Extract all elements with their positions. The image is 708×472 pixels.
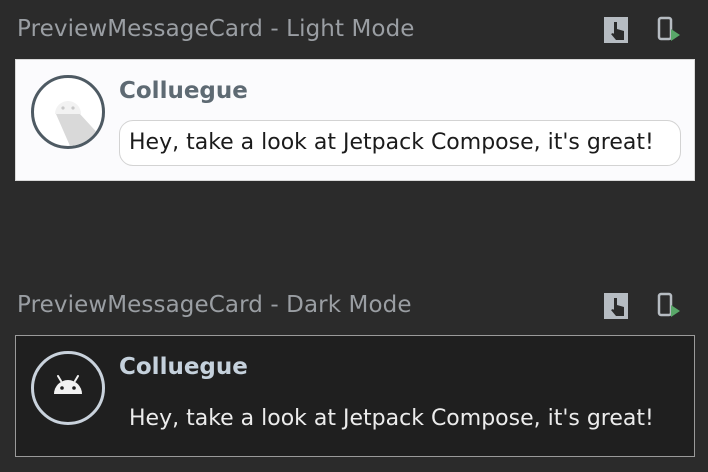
profile-picture-dark <box>31 351 105 425</box>
message-author-dark: Colluegue <box>119 354 248 380</box>
message-card-light: Colluegue Hey, take a look at Jetpack Co… <box>15 59 695 181</box>
message-author-light: Colluegue <box>119 78 248 104</box>
interactive-mode-icon[interactable] <box>603 16 631 44</box>
message-card-dark: Colluegue Hey, take a look at Jetpack Co… <box>15 335 695 457</box>
preview-title-light: PreviewMessageCard - Light Mode <box>17 16 415 42</box>
interactive-mode-icon[interactable] <box>603 292 631 320</box>
android-avatar-icon <box>55 101 102 146</box>
message-bubble-light: Hey, take a look at Jetpack Compose, it'… <box>119 120 681 166</box>
profile-picture-light <box>31 75 105 149</box>
message-bubble-dark: Hey, take a look at Jetpack Compose, it'… <box>129 406 654 431</box>
android-avatar-icon <box>54 375 82 394</box>
deploy-to-device-icon[interactable] <box>656 292 684 320</box>
deploy-to-device-icon[interactable] <box>656 16 684 44</box>
preview-title-dark: PreviewMessageCard - Dark Mode <box>17 292 412 318</box>
